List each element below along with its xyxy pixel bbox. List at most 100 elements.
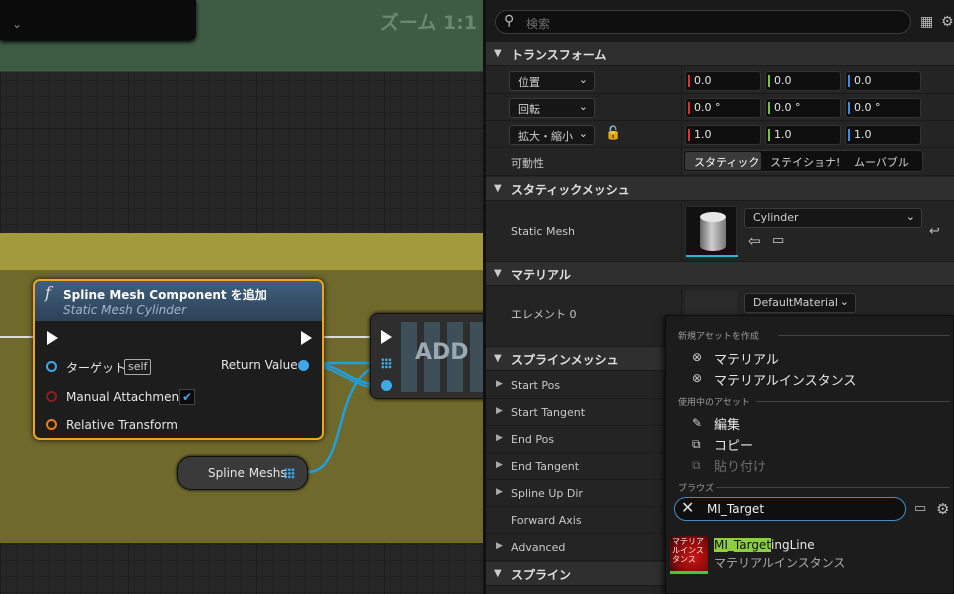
blueprint-graph[interactable]: ズーム 1:1 ⌄ f Spline Mesh Component を追加 St… xyxy=(0,0,483,594)
section-title: スプライン xyxy=(511,568,572,582)
edit-item[interactable]: 編集 xyxy=(714,414,740,433)
scale-z-field[interactable]: 1.0 xyxy=(845,125,921,145)
location-y-field[interactable]: 0.0 xyxy=(765,71,841,91)
browse-icon[interactable]: ▭ xyxy=(772,233,784,248)
use-selected-icon[interactable]: ⇦ xyxy=(748,232,761,250)
return-value-pin[interactable] xyxy=(298,360,309,371)
expand-arrow-icon[interactable]: ▶ xyxy=(496,433,503,443)
mobility-static[interactable]: スタティック xyxy=(694,154,759,170)
asset-thumbnail: マテリア ルインス タンス xyxy=(670,536,708,574)
paste-icon: ⧉ xyxy=(692,458,701,472)
expand-arrow-icon[interactable]: ▶ xyxy=(496,460,503,470)
target-label: ターゲット xyxy=(66,361,127,375)
scale-row: 拡大・縮小 ⌄ 🔓 1.0 1.0 1.0 xyxy=(486,121,954,148)
function-icon: f xyxy=(45,283,51,302)
target-array-pin[interactable] xyxy=(381,358,392,369)
mobility-movable[interactable]: ムーバブル xyxy=(854,154,909,170)
relative-transform-label: Relative Transform xyxy=(66,418,178,432)
asset-result-item[interactable]: マテリア ルインス タンス MI_TargetingLine マテリアルインスタ… xyxy=(670,536,954,574)
edit-icon: ✎ xyxy=(692,416,703,430)
reset-arrow-icon[interactable]: ↩ xyxy=(929,224,940,239)
asset-picker-menu: 新規アセットを作成 ⊗ マテリアル ⊗ マテリアルインスタンス 使用中のアセット… xyxy=(665,315,954,594)
exec-out-pin[interactable] xyxy=(301,331,312,345)
location-dropdown[interactable]: 位置 ⌄ xyxy=(509,71,595,91)
location-x-field[interactable]: 0.0 xyxy=(685,71,761,91)
material-dropdown[interactable]: DefaultMaterial ⌄ xyxy=(744,293,856,313)
collapse-arrow-icon[interactable]: ▼ xyxy=(494,568,502,579)
section-title: マテリアル xyxy=(511,268,571,282)
expand-arrow-icon[interactable]: ▶ xyxy=(496,406,503,416)
rotation-dropdown[interactable]: 回転 ⌄ xyxy=(509,98,595,118)
collapse-arrow-icon[interactable]: ▼ xyxy=(494,353,502,364)
mobility-row: 可動性 スタティック ステイショナ! ムーバブル xyxy=(486,148,954,176)
settings-gear-icon[interactable]: ⚙ xyxy=(936,500,949,518)
new-item-pin[interactable] xyxy=(381,380,392,391)
manual-attachment-label: Manual Attachment xyxy=(66,390,184,404)
expand-arrow-icon[interactable]: ▶ xyxy=(496,379,503,389)
copy-icon: ⧉ xyxy=(692,437,701,451)
create-asset-header: 新規アセットを作成 xyxy=(678,332,759,342)
scale-x-field[interactable]: 1.0 xyxy=(685,125,761,145)
copy-item[interactable]: コピー xyxy=(714,435,753,454)
current-asset-header: 使用中のアセット xyxy=(678,398,750,408)
divider xyxy=(716,487,950,488)
collapse-arrow-icon[interactable]: ▼ xyxy=(494,183,502,194)
details-search-row: ⚲ 検索 ▦ ⚙ xyxy=(486,0,954,44)
mobility-selector[interactable]: スタティック ステイショナ! ムーバブル xyxy=(683,150,923,172)
expand-arrow-icon[interactable]: ▶ xyxy=(496,541,503,551)
section-title: スプラインメッシュ xyxy=(511,353,619,367)
add-node-label: ADD xyxy=(415,340,469,365)
location-row: 位置 ⌄ 0.0 0.0 0.0 xyxy=(486,67,954,94)
collapse-arrow-icon[interactable]: ▼ xyxy=(494,48,502,59)
rotation-x-field[interactable]: 0.0 ° xyxy=(685,98,761,118)
static-mesh-row: Static Mesh Cylinder ⌄ ⇦ ▭ ↩ xyxy=(486,202,954,262)
manual-attachment-checkbox[interactable]: ✔ xyxy=(179,389,195,405)
create-material-item[interactable]: マテリアル xyxy=(714,349,779,368)
divider xyxy=(756,401,950,402)
mobility-stationary[interactable]: ステイショナ! xyxy=(770,154,840,170)
section-material[interactable]: ▼ マテリアル xyxy=(486,262,954,286)
location-z-field[interactable]: 0.0 xyxy=(845,71,921,91)
scale-y-field[interactable]: 1.0 xyxy=(765,125,841,145)
manual-attachment-pin[interactable] xyxy=(46,391,57,402)
material-instance-icon: ⊗ xyxy=(692,371,703,385)
section-title: トランスフォーム xyxy=(511,48,607,62)
collapse-arrow-icon[interactable]: ▼ xyxy=(494,268,502,279)
relative-transform-pin[interactable] xyxy=(46,419,57,430)
static-mesh-thumbnail[interactable] xyxy=(685,206,738,258)
target-pin[interactable] xyxy=(46,361,57,372)
table-view-icon[interactable]: ▦ xyxy=(920,14,933,30)
material-icon: ⊗ xyxy=(692,350,703,364)
asset-search-input[interactable]: ✕ MI_Target xyxy=(674,497,906,521)
create-material-instance-item[interactable]: マテリアルインスタンス xyxy=(714,370,856,389)
expand-arrow-icon[interactable]: ▶ xyxy=(496,487,503,497)
static-mesh-label: Static Mesh xyxy=(511,225,575,238)
node-header[interactable]: f Spline Mesh Component を追加 Static Mesh … xyxy=(35,281,322,321)
exec-in-pin[interactable] xyxy=(47,331,58,345)
gear-icon[interactable]: ⚙ xyxy=(941,14,954,30)
asset-type: マテリアルインスタンス xyxy=(714,556,846,570)
spline-meshs-variable-node[interactable]: Spline Meshs xyxy=(177,456,308,490)
add-spline-mesh-component-node[interactable]: f Spline Mesh Component を追加 Static Mesh … xyxy=(33,279,324,440)
node-title: Spline Mesh Component を追加 xyxy=(63,288,267,302)
section-static-mesh[interactable]: ▼ スタティックメッシュ xyxy=(486,177,954,201)
asset-search-value: MI_Target xyxy=(707,502,765,516)
folder-icon[interactable]: ▭ xyxy=(914,501,926,516)
array-out-pin[interactable] xyxy=(284,468,295,479)
browse-header: ブラウズ xyxy=(678,484,715,494)
node-subtitle: Static Mesh Cylinder xyxy=(63,303,187,317)
scale-dropdown[interactable]: 拡大・縮小 ⌄ xyxy=(509,125,595,145)
rotation-y-field[interactable]: 0.0 ° xyxy=(765,98,841,118)
static-mesh-dropdown[interactable]: Cylinder ⌄ xyxy=(744,208,922,228)
paste-item[interactable]: 貼り付け xyxy=(714,456,766,475)
lock-icon[interactable]: 🔓 xyxy=(605,126,621,141)
array-add-node[interactable]: ADD xyxy=(370,313,483,399)
add-exec-in-pin[interactable] xyxy=(381,330,392,344)
details-search-input[interactable]: ⚲ 検索 xyxy=(495,10,911,34)
clear-search-icon[interactable]: ✕ xyxy=(681,498,694,517)
target-default-value: self xyxy=(124,359,152,375)
rotation-z-field[interactable]: 0.0 ° xyxy=(845,98,921,118)
search-icon: ⚲ xyxy=(504,13,515,29)
section-transform[interactable]: ▼ トランスフォーム xyxy=(486,42,954,66)
mobility-label: 可動性 xyxy=(511,157,544,170)
